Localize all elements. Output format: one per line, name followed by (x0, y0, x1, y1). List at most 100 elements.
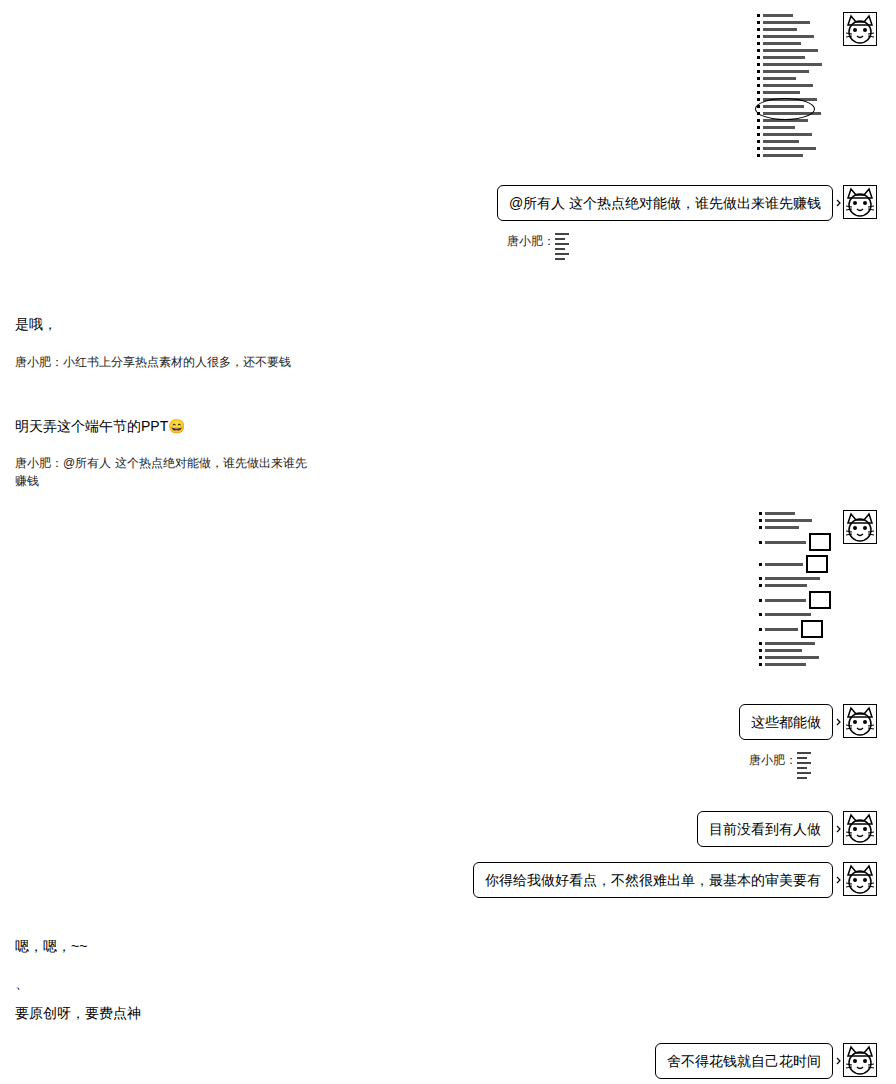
thumbnail-line (797, 752, 811, 754)
image-bar (763, 70, 809, 73)
image-dot (759, 512, 762, 515)
message-bubble[interactable]: 你得给我做好看点，不然很难出单，最基本的审美要有 (473, 862, 833, 898)
thumbnail-line (555, 243, 569, 245)
image-dot (759, 563, 762, 566)
message-row: 唐小肥：@所有人 这个热点绝对能做，谁先做出来谁先赚钱 (0, 454, 896, 490)
message-row: 要原创呀，要费点神 (0, 1003, 896, 1023)
message-text: 要原创呀，要费点神 (15, 1003, 141, 1023)
image-box (809, 591, 831, 609)
image-message[interactable] (757, 510, 833, 687)
image-dot (759, 584, 762, 587)
quote-thumbnail[interactable] (797, 751, 812, 791)
image-dot (757, 49, 760, 52)
image-dot (759, 642, 762, 645)
message-row: @所有人 这个热点绝对能做，谁先做出来谁先赚钱唐小肥： (0, 185, 896, 272)
avatar-icon[interactable] (843, 811, 877, 845)
image-line (757, 126, 831, 129)
image-line (759, 584, 831, 587)
quote-block[interactable]: 唐小肥： (497, 232, 570, 272)
image-dot (757, 91, 760, 94)
image-dot (757, 84, 760, 87)
image-line (757, 147, 831, 150)
image-bar (765, 541, 806, 544)
image-line (757, 105, 831, 108)
avatar-icon[interactable] (843, 704, 877, 738)
message-text: 目前没看到有人做 (709, 821, 821, 837)
image-bar (765, 519, 812, 522)
image-dot (757, 56, 760, 59)
image-dot (757, 42, 760, 45)
image-line (759, 555, 831, 573)
image-bar (763, 84, 813, 87)
image-bar (763, 126, 795, 129)
image-bar (763, 105, 804, 108)
message-content: @所有人 这个热点绝对能做，谁先做出来谁先赚钱唐小肥： (497, 185, 833, 272)
image-line (759, 620, 831, 638)
message-text: 这些都能做 (751, 714, 821, 730)
image-bar (765, 526, 799, 529)
image-dot (757, 35, 760, 38)
image-line (759, 649, 831, 652)
avatar-icon[interactable] (843, 12, 877, 46)
message-row: 这些都能做唐小肥： (0, 704, 896, 791)
image-bar (765, 512, 795, 515)
image-line (757, 140, 831, 143)
image-dot (759, 613, 762, 616)
image-line (757, 14, 831, 17)
image-bar (765, 584, 807, 587)
image-box (809, 533, 831, 551)
message-row: 、 (0, 973, 896, 993)
quote-author: 唐小肥： (749, 751, 797, 769)
image-dot (759, 649, 762, 652)
message-bubble[interactable]: @所有人 这个热点绝对能做，谁先做出来谁先赚钱 (497, 185, 833, 221)
image-line (757, 77, 831, 80)
image-line (759, 533, 831, 551)
avatar-icon[interactable] (843, 185, 877, 219)
image-line (757, 154, 831, 157)
quote-text: 唐小肥：@所有人 这个热点绝对能做，谁先做出来谁先赚钱 (15, 454, 315, 490)
image-dot (757, 14, 760, 17)
message-row: 目前没看到有人做 (0, 811, 896, 847)
message-bubble[interactable]: 这些都能做 (739, 704, 833, 740)
image-dot (759, 519, 762, 522)
message-text: @所有人 这个热点绝对能做，谁先做出来谁先赚钱 (509, 195, 821, 211)
image-box (806, 555, 828, 573)
image-bar (763, 63, 822, 66)
image-line (759, 512, 831, 515)
image-dot (757, 126, 760, 129)
image-line (757, 91, 831, 94)
avatar-icon[interactable] (843, 510, 877, 544)
bubble-tail-icon (833, 811, 843, 847)
message-row: 唐小肥：小红书上分享热点素材的人很多，还不要钱 (0, 353, 896, 371)
image-dot (757, 140, 760, 143)
avatar-icon[interactable] (843, 1043, 877, 1077)
message-text: 是哦， (15, 314, 57, 334)
image-dot (759, 628, 762, 631)
image-bar (763, 112, 821, 115)
thumbnail-line (797, 757, 807, 759)
image-line (759, 526, 831, 529)
message-row (0, 510, 896, 687)
image-bar (765, 649, 802, 652)
image-bar (765, 628, 798, 631)
image-message[interactable] (755, 12, 833, 167)
message-bubble[interactable]: 舍不得花钱就自己花时间 (655, 1043, 833, 1079)
image-bar (765, 599, 806, 602)
message-row: 明天弄这个端午节的PPT😄 (0, 416, 896, 436)
message-content: 这些都能做唐小肥： (739, 704, 833, 791)
image-line (759, 577, 831, 580)
image-dot (757, 154, 760, 157)
message-bubble[interactable]: 目前没看到有人做 (697, 811, 833, 847)
avatar-icon[interactable] (843, 862, 877, 896)
message-content: 你得给我做好看点，不然很难出单，最基本的审美要有 (473, 862, 833, 898)
image-bar (763, 77, 796, 80)
message-row: 你得给我做好看点，不然很难出单，最基本的审美要有 (0, 862, 896, 898)
image-box (801, 620, 823, 638)
quote-thumbnail[interactable] (555, 232, 570, 272)
image-bar (763, 21, 810, 24)
image-bar (765, 613, 811, 616)
image-bar (765, 656, 819, 659)
message-content: 目前没看到有人做 (697, 811, 833, 847)
image-dot (759, 541, 762, 544)
quote-block[interactable]: 唐小肥： (739, 751, 812, 791)
